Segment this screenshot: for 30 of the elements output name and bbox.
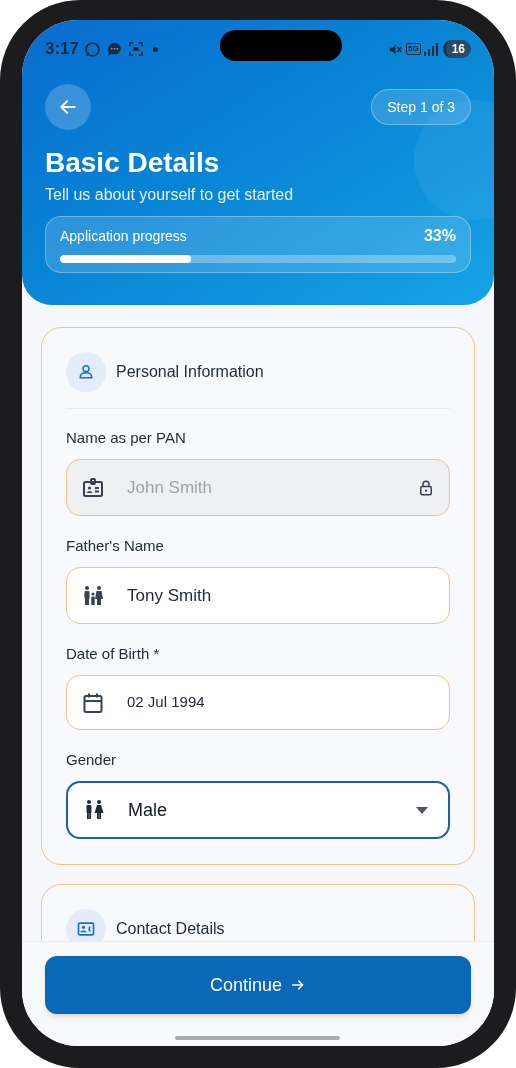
network-label: 5G (405, 43, 421, 55)
input-field[interactable]: Tony Smith (66, 567, 450, 624)
signal-icon (423, 42, 438, 56)
message-icon (106, 40, 124, 58)
input-field: John Smith (66, 459, 450, 516)
progress-label: Application progress (60, 227, 187, 246)
date-field[interactable]: 02 Jul 1994 (66, 675, 450, 730)
section-title: Contact Details (116, 919, 225, 939)
chat-icon (84, 40, 102, 58)
continue-button[interactable]: Continue (45, 956, 471, 1014)
page-subtitle: Tell us about yourself to get started (45, 185, 295, 205)
status-time: 3:17 (45, 38, 80, 61)
dropdown-caret-icon (416, 806, 428, 814)
field-label: Gender (66, 750, 118, 770)
lock-icon (417, 478, 435, 497)
field-label: Name as per PAN (66, 428, 187, 448)
person-icon (76, 362, 96, 382)
gender-dropdown[interactable]: Male (66, 781, 450, 839)
section-title: Personal Information (116, 362, 264, 382)
back-arrow-icon (58, 97, 78, 117)
battery-indicator: 16 (442, 40, 471, 58)
field-label: Date of Birth * (66, 644, 161, 664)
field-label: Father's Name (66, 536, 165, 556)
back-button[interactable] (45, 84, 91, 130)
screenshot-icon (128, 41, 145, 57)
progress-percent: 33% (423, 226, 456, 246)
contact-card-icon (76, 919, 96, 939)
id-badge-icon (81, 475, 105, 500)
step-indicator: Step 1 of 3 (371, 89, 471, 125)
page-title: Basic Details (45, 146, 221, 180)
